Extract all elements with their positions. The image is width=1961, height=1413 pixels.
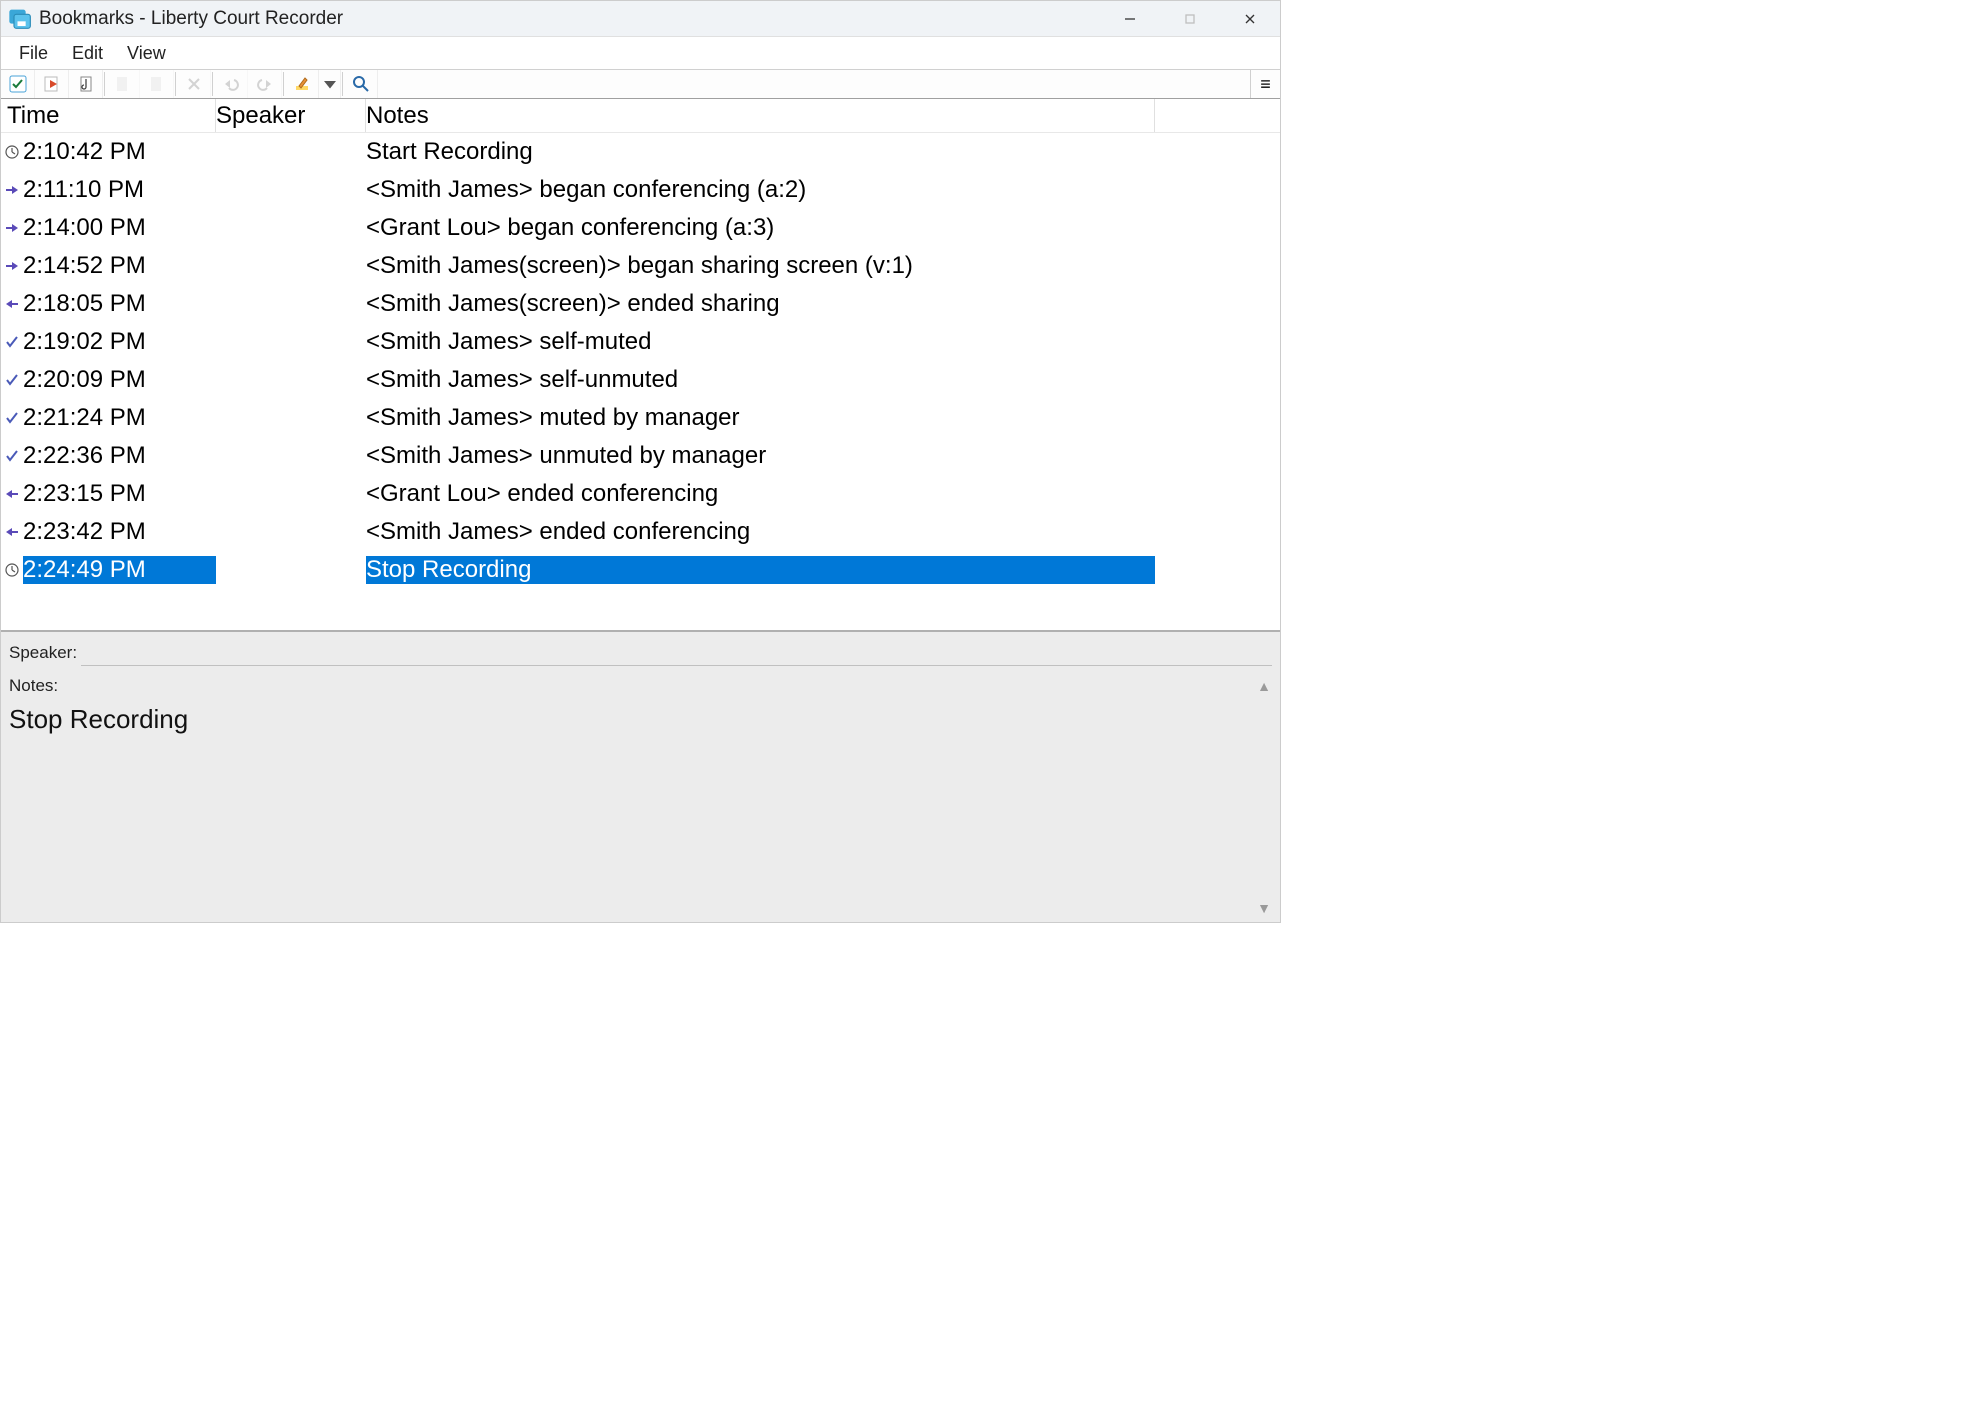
- cell-notes: <Smith James> unmuted by manager: [366, 442, 1155, 470]
- cell-notes: <Smith James> muted by manager: [366, 404, 1155, 432]
- notes-scrollbar[interactable]: ▲ ▼: [1254, 678, 1274, 916]
- menubar: File Edit View: [1, 37, 1280, 69]
- toolbar-highlight-dropdown[interactable]: [319, 70, 341, 98]
- column-header-speaker[interactable]: Speaker: [216, 99, 366, 132]
- column-header-notes[interactable]: Notes: [366, 99, 1155, 132]
- cell-time: 2:20:09 PM: [23, 366, 216, 394]
- table-row[interactable]: 2:14:52 PM <Smith James(screen)> began sh…: [1, 247, 1280, 285]
- clock-icon: [1, 562, 23, 578]
- detail-pane: Speaker: Notes: ▲ ▼: [1, 630, 1280, 922]
- cell-notes: <Smith James> self-muted: [366, 328, 1155, 356]
- cell-time: 2:19:02 PM: [23, 328, 216, 356]
- cell-notes: <Smith James> ended conferencing: [366, 518, 1155, 546]
- cell-time: 2:10:42 PM: [23, 138, 216, 166]
- cell-notes: <Smith James(screen)> began sharing scre…: [366, 252, 1155, 280]
- toolbar-play-button[interactable]: [35, 70, 69, 98]
- table-row[interactable]: 2:22:36 PM <Smith James> unmuted by manag…: [1, 437, 1280, 475]
- table-row[interactable]: 2:21:24 PM <Smith James> muted by manager: [1, 399, 1280, 437]
- column-header-gutter: [1155, 99, 1280, 132]
- cell-time: 2:18:05 PM: [23, 290, 216, 318]
- app-window: Bookmarks - Liberty Court Recorder File …: [0, 0, 1281, 923]
- maximize-button[interactable]: [1160, 1, 1220, 37]
- toolbar-search-button[interactable]: [344, 70, 378, 98]
- cell-time: 2:24:49 PM: [23, 556, 216, 584]
- check-icon: [1, 448, 23, 464]
- table-row[interactable]: 2:10:42 PM Start Recording: [1, 133, 1280, 171]
- table-row[interactable]: 2:11:10 PM <Smith James> began conferenci…: [1, 171, 1280, 209]
- table-row[interactable]: 2:20:09 PM <Smith James> self-unmuted: [1, 361, 1280, 399]
- leave-icon: [1, 486, 23, 502]
- cell-time: 2:11:10 PM: [23, 176, 216, 204]
- toolbar-highlight-button[interactable]: [285, 70, 319, 98]
- scroll-up-icon[interactable]: ▲: [1257, 678, 1271, 694]
- join-icon: [1, 258, 23, 274]
- check-icon: [1, 410, 23, 426]
- cell-notes: <Grant Lou> ended conferencing: [366, 480, 1155, 508]
- app-icon: [7, 8, 35, 30]
- scroll-down-icon[interactable]: ▼: [1257, 900, 1271, 916]
- table-row[interactable]: 2:19:02 PM <Smith James> self-muted: [1, 323, 1280, 361]
- table-row[interactable]: 2:18:05 PM <Smith James(screen)> ended sh…: [1, 285, 1280, 323]
- notes-label: Notes:: [9, 676, 1272, 696]
- window-title: Bookmarks - Liberty Court Recorder: [39, 8, 343, 30]
- speaker-label: Speaker:: [9, 643, 81, 663]
- table-row[interactable]: 2:24:49 PM Stop Recording: [1, 551, 1280, 589]
- toolbar-check-button[interactable]: [1, 70, 35, 98]
- clock-icon: [1, 144, 23, 160]
- menu-edit[interactable]: Edit: [60, 41, 115, 66]
- leave-icon: [1, 296, 23, 312]
- cell-time: 2:21:24 PM: [23, 404, 216, 432]
- toolbar-delete-button: [177, 70, 211, 98]
- grid-body[interactable]: 2:10:42 PM Start Recording 2:11:10 PM <Smit…: [1, 133, 1280, 630]
- menu-file[interactable]: File: [7, 41, 60, 66]
- cell-time: 2:23:15 PM: [23, 480, 216, 508]
- cell-notes: <Grant Lou> began conferencing (a:3): [366, 214, 1155, 242]
- join-icon: [1, 182, 23, 198]
- cell-notes: Stop Recording: [366, 556, 1155, 584]
- toolbar-overflow-button[interactable]: ≡: [1250, 70, 1280, 98]
- cell-notes: <Smith James> began conferencing (a:2): [366, 176, 1155, 204]
- cell-notes: <Smith James(screen)> ended sharing: [366, 290, 1155, 318]
- speaker-input[interactable]: [81, 640, 1272, 666]
- grid-header: Time Speaker Notes: [1, 99, 1280, 133]
- minimize-button[interactable]: [1100, 1, 1160, 37]
- notes-textarea[interactable]: [9, 700, 1272, 922]
- toolbar-redo-button: [248, 70, 282, 98]
- table-row[interactable]: 2:14:00 PM <Grant Lou> began conferencing…: [1, 209, 1280, 247]
- cell-time: 2:23:42 PM: [23, 518, 216, 546]
- titlebar: Bookmarks - Liberty Court Recorder: [1, 1, 1280, 37]
- join-icon: [1, 220, 23, 236]
- cell-time: 2:14:52 PM: [23, 252, 216, 280]
- column-header-time[interactable]: Time: [1, 99, 216, 132]
- check-icon: [1, 334, 23, 350]
- menu-view[interactable]: View: [115, 41, 178, 66]
- toolbar-doc2-button: [140, 70, 174, 98]
- close-button[interactable]: [1220, 1, 1280, 37]
- toolbar: ≡: [1, 69, 1280, 99]
- bookmark-grid: Time Speaker Notes 2:10:42 PM Start Recor…: [1, 99, 1280, 630]
- check-icon: [1, 372, 23, 388]
- toolbar-undo-button: [214, 70, 248, 98]
- toolbar-attach-button[interactable]: [69, 70, 103, 98]
- cell-notes: <Smith James> self-unmuted: [366, 366, 1155, 394]
- cell-time: 2:22:36 PM: [23, 442, 216, 470]
- table-row[interactable]: 2:23:42 PM <Smith James> ended conferenci…: [1, 513, 1280, 551]
- table-row[interactable]: 2:23:15 PM <Grant Lou> ended conferencing: [1, 475, 1280, 513]
- cell-notes: Start Recording: [366, 138, 1155, 166]
- toolbar-doc1-button: [106, 70, 140, 98]
- leave-icon: [1, 524, 23, 540]
- cell-time: 2:14:00 PM: [23, 214, 216, 242]
